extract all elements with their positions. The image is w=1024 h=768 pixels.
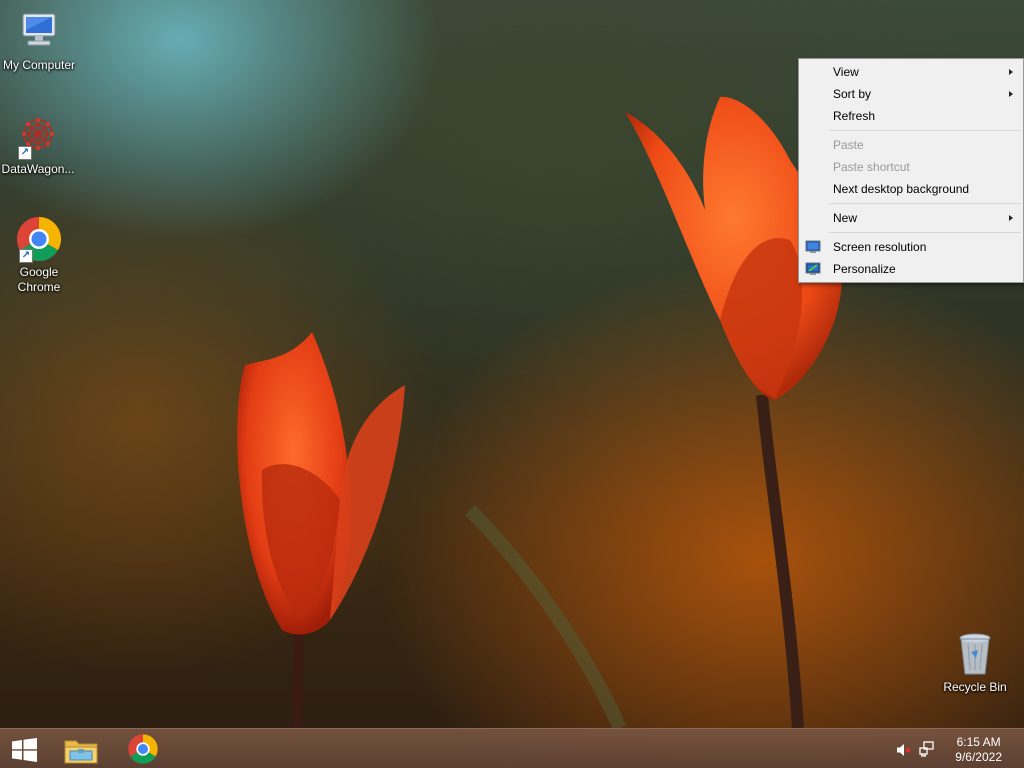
datawagon-icon: ↗ [14, 112, 62, 160]
desktop-icon-label: Google Chrome [17, 265, 61, 294]
system-tray: 6:15 AM 9/6/2022 [884, 729, 1024, 768]
menu-item-label: Refresh [833, 109, 876, 123]
desktop-icon-label: My Computer [2, 58, 76, 72]
computer-icon [15, 8, 63, 56]
desktop-context-menu: View Sort by Refresh Paste Paste shortcu… [798, 58, 1024, 283]
menu-item-label: Paste [833, 138, 864, 152]
network-icon[interactable] [919, 741, 935, 760]
screen-resolution-icon [805, 239, 821, 255]
menu-item-personalize[interactable]: Personalize [799, 258, 1023, 280]
taskbar: 6:15 AM 9/6/2022 [0, 728, 1024, 768]
clock-date: 9/6/2022 [955, 750, 1002, 764]
menu-item-screen-resolution[interactable]: Screen resolution [799, 236, 1023, 258]
submenu-arrow-icon [1009, 69, 1013, 75]
menu-separator [829, 232, 1021, 233]
shortcut-arrow-icon: ↗ [19, 249, 33, 263]
clock-time: 6:15 AM [956, 735, 1001, 749]
shortcut-arrow-icon: ↗ [18, 146, 32, 160]
chrome-icon [127, 733, 159, 768]
menu-item-label: Sort by [833, 87, 872, 101]
submenu-arrow-icon [1009, 91, 1013, 97]
start-button[interactable] [0, 729, 52, 768]
menu-item-next-desktop-background[interactable]: Next desktop background [799, 178, 1023, 200]
menu-separator [829, 203, 1021, 204]
menu-item-paste: Paste [799, 134, 1023, 156]
taskbar-file-explorer-button[interactable] [55, 729, 107, 768]
desktop-icon-label: Recycle Bin [943, 680, 1007, 694]
personalize-icon [805, 261, 821, 277]
desktop-icon-recycle-bin[interactable]: Recycle Bin [937, 630, 1013, 695]
menu-item-refresh[interactable]: Refresh [799, 105, 1023, 127]
menu-item-paste-shortcut: Paste shortcut [799, 156, 1023, 178]
desktop-icon-label: DataWagon... [1, 162, 75, 176]
desktop-icon-datawagon[interactable]: ↗ DataWagon... [0, 112, 76, 177]
chrome-icon: ↗ [15, 215, 63, 263]
windows-start-icon [11, 738, 39, 765]
menu-item-label: View [833, 65, 859, 79]
menu-item-label: Next desktop background [833, 182, 970, 196]
menu-item-label: Screen resolution [833, 240, 927, 254]
menu-item-new[interactable]: New [799, 207, 1023, 229]
recycle-bin-icon [951, 630, 999, 678]
taskbar-chrome-button[interactable] [117, 729, 169, 768]
desktop-icon-my-computer[interactable]: My Computer [1, 8, 77, 73]
menu-item-sort-by[interactable]: Sort by [799, 83, 1023, 105]
menu-item-label: Personalize [833, 262, 896, 276]
folder-icon [64, 735, 98, 768]
menu-separator [829, 130, 1021, 131]
menu-item-label: New [833, 211, 858, 225]
submenu-arrow-icon [1009, 215, 1013, 221]
desktop-icon-google-chrome[interactable]: ↗ Google Chrome [1, 215, 77, 295]
volume-muted-icon[interactable] [896, 742, 912, 761]
taskbar-clock[interactable]: 6:15 AM 9/6/2022 [955, 735, 1002, 765]
menu-item-view[interactable]: View [799, 61, 1023, 83]
menu-item-label: Paste shortcut [833, 160, 910, 174]
